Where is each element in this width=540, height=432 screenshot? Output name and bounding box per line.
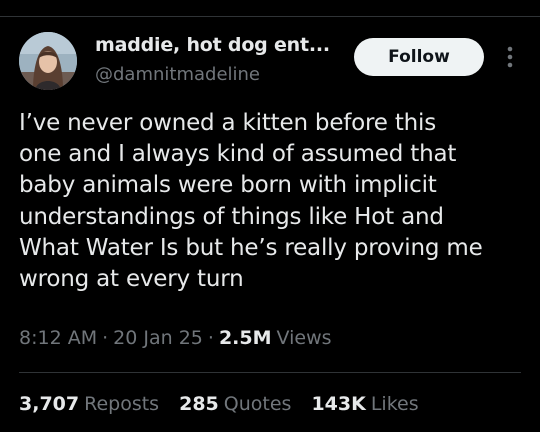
tweet-text-line: baby animals were born with implicit — [19, 172, 437, 199]
quotes-label: Quotes — [223, 393, 292, 415]
views-label: Views — [276, 327, 332, 349]
likes-count: 143K — [311, 393, 366, 415]
engagement-stats: 3,707 Reposts 285 Quotes 143K Likes — [19, 393, 439, 415]
tweet-text-line: wrong at every turn — [19, 266, 244, 293]
likes-label: Likes — [370, 393, 419, 415]
follow-button[interactable]: Follow — [354, 38, 484, 76]
reposts-label: Reposts — [84, 393, 160, 415]
tweet-time[interactable]: 8:12 AM — [19, 327, 97, 349]
views-count: 2.5M — [218, 327, 272, 349]
top-divider — [0, 16, 540, 17]
tweet-text-line: one and I always kind of assumed that — [19, 141, 457, 168]
user-handle[interactable]: @damnitmadeline — [95, 64, 260, 85]
tweet-meta: 8:12 AM · 20 Jan 25 · 2.5M Views — [19, 327, 332, 349]
reposts-count: 3,707 — [19, 393, 80, 415]
profile-photo-icon — [19, 32, 77, 90]
stats-divider — [19, 372, 521, 373]
meta-separator: · — [102, 327, 109, 349]
display-name[interactable]: maddie, hot dog ent... — [95, 34, 330, 56]
reposts-stat[interactable]: 3,707 Reposts — [19, 393, 159, 415]
quotes-count: 285 — [179, 393, 219, 415]
tweet-text-line: understandings of things like Hot and — [19, 203, 444, 230]
quotes-stat[interactable]: 285 Quotes — [179, 393, 291, 415]
tweet-text-line: What Water Is but he’s really proving me — [19, 234, 483, 261]
more-options-icon[interactable] — [500, 44, 520, 70]
tweet-text-line: I’ve never owned a kitten before this — [19, 110, 437, 136]
meta-separator: · — [207, 327, 214, 349]
likes-stat[interactable]: 143K Likes — [311, 393, 418, 415]
tweet-text: I’ve never owned a kitten before this on… — [19, 108, 524, 295]
avatar[interactable] — [19, 32, 77, 90]
tweet-date[interactable]: 20 Jan 25 — [113, 327, 203, 349]
